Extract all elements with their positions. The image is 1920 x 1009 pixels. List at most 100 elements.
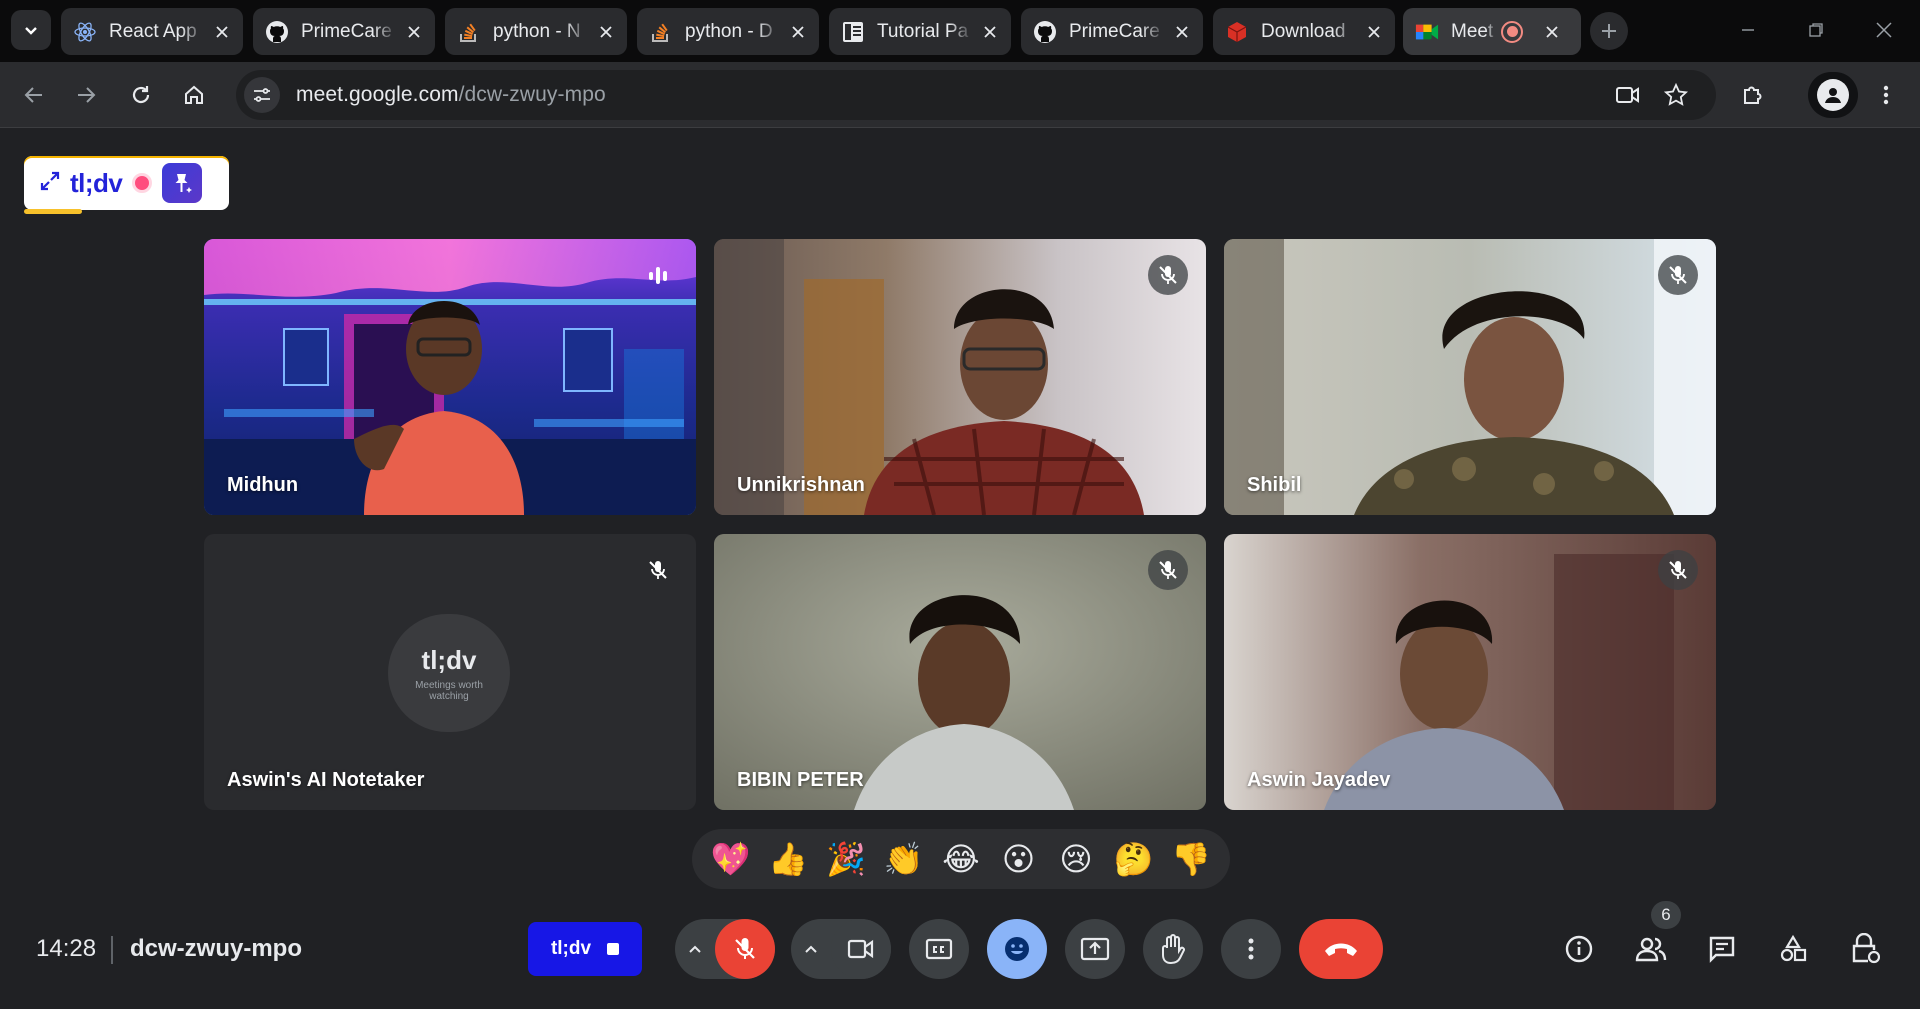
browser-tab-active[interactable]: Meet - — [1403, 8, 1581, 55]
present-screen-button[interactable] — [1065, 919, 1125, 979]
recording-icon — [1501, 20, 1523, 43]
back-button[interactable] — [12, 73, 56, 117]
people-icon — [1635, 937, 1667, 962]
close-icon[interactable] — [211, 21, 233, 43]
call-end-icon — [1325, 943, 1357, 956]
microphone-toggle[interactable] — [715, 919, 775, 979]
browser-tab[interactable]: Download — [1213, 8, 1395, 55]
close-icon[interactable] — [1171, 21, 1193, 43]
bookmark-button[interactable] — [1658, 77, 1694, 113]
site-info-button[interactable] — [244, 77, 280, 113]
reaction-thumbs-down[interactable]: 👎 — [1167, 835, 1215, 883]
close-icon[interactable] — [595, 21, 617, 43]
tldv-recording-button[interactable]: tl;dv — [528, 922, 642, 976]
audio-options-button[interactable] — [675, 919, 715, 979]
mic-off-icon — [1159, 266, 1177, 284]
close-icon[interactable] — [979, 21, 1001, 43]
chat-button[interactable] — [1698, 925, 1746, 973]
profile-button[interactable] — [1808, 72, 1858, 118]
video-options-button[interactable] — [791, 919, 831, 979]
tutorial-icon — [841, 20, 865, 44]
new-tab-button[interactable] — [1590, 12, 1628, 50]
close-window-button[interactable] — [1850, 0, 1918, 60]
shapes-icon — [1780, 934, 1807, 962]
star-icon — [1664, 83, 1688, 106]
close-icon[interactable] — [1541, 21, 1563, 43]
home-button[interactable] — [172, 73, 216, 117]
close-icon[interactable] — [403, 21, 425, 43]
google-meet-icon — [1415, 20, 1439, 44]
camera-toggle[interactable] — [831, 919, 891, 979]
minimize-button[interactable] — [1714, 0, 1782, 60]
avatar — [1817, 79, 1849, 111]
muted-indicator — [1658, 550, 1698, 590]
browser-tab-strip: React App PrimeCare python - N python - … — [0, 0, 1920, 62]
closed-captions-icon — [925, 938, 953, 960]
raise-hand-button[interactable] — [1143, 919, 1203, 979]
notetaker-logo-title: tl;dv — [421, 644, 477, 675]
reload-button[interactable] — [119, 73, 163, 117]
reactions-bar: 💖 👍 🎉 👏 😂 😮 😢 🤔 👎 — [692, 829, 1230, 889]
video-camera-icon — [847, 939, 874, 959]
browser-tab[interactable]: python - D — [637, 8, 819, 55]
leave-call-button[interactable] — [1299, 919, 1383, 979]
people-button[interactable] — [1627, 925, 1675, 973]
participant-tile[interactable]: Midhun — [204, 239, 696, 515]
reaction-sad[interactable]: 😢 — [1052, 835, 1100, 883]
address-bar[interactable]: meet.google.com/dcw-zwuy-mpo — [236, 70, 1716, 120]
browser-menu-button[interactable] — [1864, 73, 1908, 117]
browser-tab[interactable]: python - N — [445, 8, 627, 55]
reaction-heart[interactable]: 💖 — [707, 835, 755, 883]
participant-name: Unnikrishnan — [737, 474, 865, 496]
forward-button[interactable] — [64, 73, 108, 117]
reaction-surprised[interactable]: 😮 — [995, 835, 1043, 883]
meeting-details-button[interactable] — [1555, 925, 1603, 973]
more-vert-icon — [1883, 85, 1889, 105]
reaction-thinking[interactable]: 🤔 — [1110, 835, 1158, 883]
arrow-right-icon — [78, 87, 96, 103]
stackoverflow-icon — [457, 20, 481, 44]
chat-icon — [1709, 936, 1735, 963]
browser-tab[interactable]: React App — [61, 8, 243, 55]
tldv-button-label: tl;dv — [550, 938, 592, 959]
participant-tile[interactable]: Shibil — [1224, 239, 1716, 515]
participant-tile[interactable]: Unnikrishnan — [714, 239, 1206, 515]
captions-button[interactable] — [909, 919, 969, 979]
notetaker-avatar: tl;dv Meetings worth watching — [388, 614, 510, 732]
meeting-clock: 14:28 — [36, 935, 97, 962]
reactions-button[interactable] — [987, 919, 1047, 979]
tldv-recorder-badge[interactable]: tl;dv — [24, 156, 229, 214]
participant-name: BIBIN PETER — [737, 769, 864, 791]
extensions-button[interactable] — [1731, 73, 1775, 117]
minimize-icon — [1742, 29, 1754, 31]
more-options-button[interactable] — [1221, 919, 1281, 979]
ai-notes-button[interactable] — [162, 163, 203, 203]
tab-title: PrimeCare — [1069, 20, 1160, 42]
participant-name: Midhun — [227, 474, 299, 496]
reaction-thumbs-up[interactable]: 👍 — [764, 835, 812, 883]
tune-icon — [254, 88, 270, 102]
person-icon — [1825, 88, 1841, 103]
expand-icon[interactable] — [40, 171, 60, 196]
camera-in-use-button[interactable] — [1610, 77, 1646, 113]
close-icon[interactable] — [787, 21, 809, 43]
browser-tab[interactable]: PrimeCare — [1021, 8, 1203, 55]
mic-off-icon — [1669, 266, 1687, 284]
muted-indicator — [1148, 255, 1188, 295]
reaction-laugh[interactable]: 😂 — [937, 835, 985, 883]
restore-button[interactable] — [1782, 0, 1850, 60]
participant-tile[interactable]: BIBIN PETER — [714, 534, 1206, 810]
participant-tile[interactable]: tl;dv Meetings worth watching Aswin's AI… — [204, 534, 696, 810]
activities-button[interactable] — [1769, 925, 1817, 973]
browser-toolbar: meet.google.com/dcw-zwuy-mpo — [0, 62, 1920, 128]
audio-level-icon — [649, 267, 667, 284]
browser-tab[interactable]: PrimeCare — [253, 8, 435, 55]
tab-search-button[interactable] — [11, 10, 51, 50]
browser-tab[interactable]: Tutorial Pa — [829, 8, 1011, 55]
reaction-clap[interactable]: 👏 — [879, 835, 927, 883]
reaction-party[interactable]: 🎉 — [822, 835, 870, 883]
host-controls-button[interactable] — [1841, 925, 1889, 973]
participant-name: Aswin Jayadev — [1247, 769, 1391, 791]
close-icon[interactable] — [1363, 21, 1385, 43]
participant-tile[interactable]: Aswin Jayadev — [1224, 534, 1716, 810]
